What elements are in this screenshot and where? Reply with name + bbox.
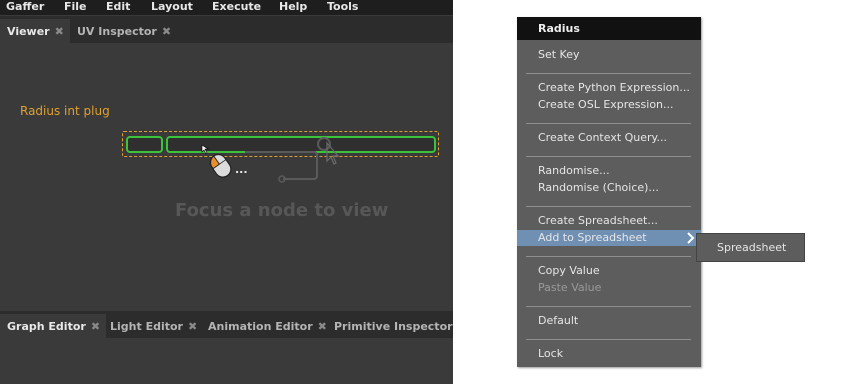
menu-separator xyxy=(526,123,691,124)
spreadsheet-submenu: Spreadsheet xyxy=(696,233,805,262)
tab-label: Animation Editor xyxy=(208,319,313,333)
tab-label: Light Editor xyxy=(110,319,183,333)
top-tab-bar: Viewer ✖ UV Inspector ✖ xyxy=(0,16,453,43)
menu-item-create-osl-expression[interactable]: Create OSL Expression... xyxy=(538,98,674,112)
menu-separator xyxy=(526,73,691,74)
menu-execute[interactable]: Execute xyxy=(212,0,261,14)
menu-item-default[interactable]: Default xyxy=(538,314,578,328)
pointer-arrow-icon xyxy=(201,144,209,155)
bottom-tab-bar: Graph Editor ✖ Light Editor ✖ Animation … xyxy=(0,311,453,338)
menu-item-paste-value: Paste Value xyxy=(538,281,602,294)
graph-editor-panel[interactable] xyxy=(0,341,453,384)
close-icon[interactable]: ✖ xyxy=(91,320,100,333)
menu-separator xyxy=(526,206,691,207)
tab-uv-inspector[interactable]: UV Inspector ✖ xyxy=(70,19,177,43)
mouse-icon xyxy=(209,153,232,178)
tab-label: Primitive Inspector xyxy=(334,319,453,333)
ellipsis-text: ... xyxy=(235,163,248,176)
gaffer-window: Gaffer File Edit Layout Execute Help Too… xyxy=(0,0,453,384)
context-menu-title: Radius xyxy=(538,22,580,35)
menu-help[interactable]: Help xyxy=(279,0,307,14)
tab-label: Graph Editor xyxy=(7,319,86,333)
menu-item-set-key[interactable]: Set Key xyxy=(538,48,580,62)
plug-context-menu: Radius Set Key Create Python Expression.… xyxy=(517,17,701,367)
tab-animation-editor[interactable]: Animation Editor ✖ xyxy=(201,314,333,338)
menu-item-create-spreadsheet[interactable]: Create Spreadsheet... xyxy=(538,214,658,228)
close-icon[interactable]: ✖ xyxy=(318,320,327,333)
menu-item-create-context-query[interactable]: Create Context Query... xyxy=(538,131,667,145)
menu-separator xyxy=(526,156,691,157)
menu-item-add-to-spreadsheet[interactable]: Add to Spreadsheet xyxy=(538,231,647,245)
radius-int-field[interactable] xyxy=(126,136,163,153)
menu-item-randomise-choice[interactable]: Randomise (Choice)... xyxy=(538,181,659,195)
menu-tools[interactable]: Tools xyxy=(327,0,358,14)
menu-edit[interactable]: Edit xyxy=(106,0,130,14)
tab-primitive-inspector[interactable]: Primitive Inspector ✖ xyxy=(327,314,453,338)
annotation-label: Radius int plug xyxy=(20,104,110,118)
close-icon[interactable]: ✖ xyxy=(188,320,197,333)
menu-separator xyxy=(526,306,691,307)
menu-bar: Gaffer File Edit Layout Execute Help Too… xyxy=(0,0,453,15)
menu-gaffer[interactable]: Gaffer xyxy=(6,0,44,14)
menu-layout[interactable]: Layout xyxy=(151,0,193,14)
tab-label: Viewer xyxy=(7,24,50,38)
menu-item-create-python-expression[interactable]: Create Python Expression... xyxy=(538,81,690,95)
drag-gesture-illustration: ... xyxy=(201,137,340,183)
tab-light-editor[interactable]: Light Editor ✖ xyxy=(103,314,203,338)
menu-item-copy-value[interactable]: Copy Value xyxy=(538,264,600,278)
close-icon[interactable]: ✖ xyxy=(55,25,64,38)
menu-item-randomise[interactable]: Randomise... xyxy=(538,164,610,178)
menu-separator xyxy=(526,256,691,257)
menu-file[interactable]: File xyxy=(64,0,87,14)
tab-graph-editor[interactable]: Graph Editor ✖ xyxy=(0,314,107,338)
submenu-item-spreadsheet[interactable]: Spreadsheet xyxy=(717,241,786,254)
tab-label: UV Inspector xyxy=(77,24,157,38)
viewer-placeholder: Focus a node to view xyxy=(175,200,389,221)
context-menu-title-bar: Radius xyxy=(517,17,701,40)
tab-viewer[interactable]: Viewer ✖ xyxy=(0,19,70,43)
menu-item-lock[interactable]: Lock xyxy=(538,347,563,361)
close-icon[interactable]: ✖ xyxy=(162,25,171,38)
menu-separator xyxy=(526,339,691,340)
